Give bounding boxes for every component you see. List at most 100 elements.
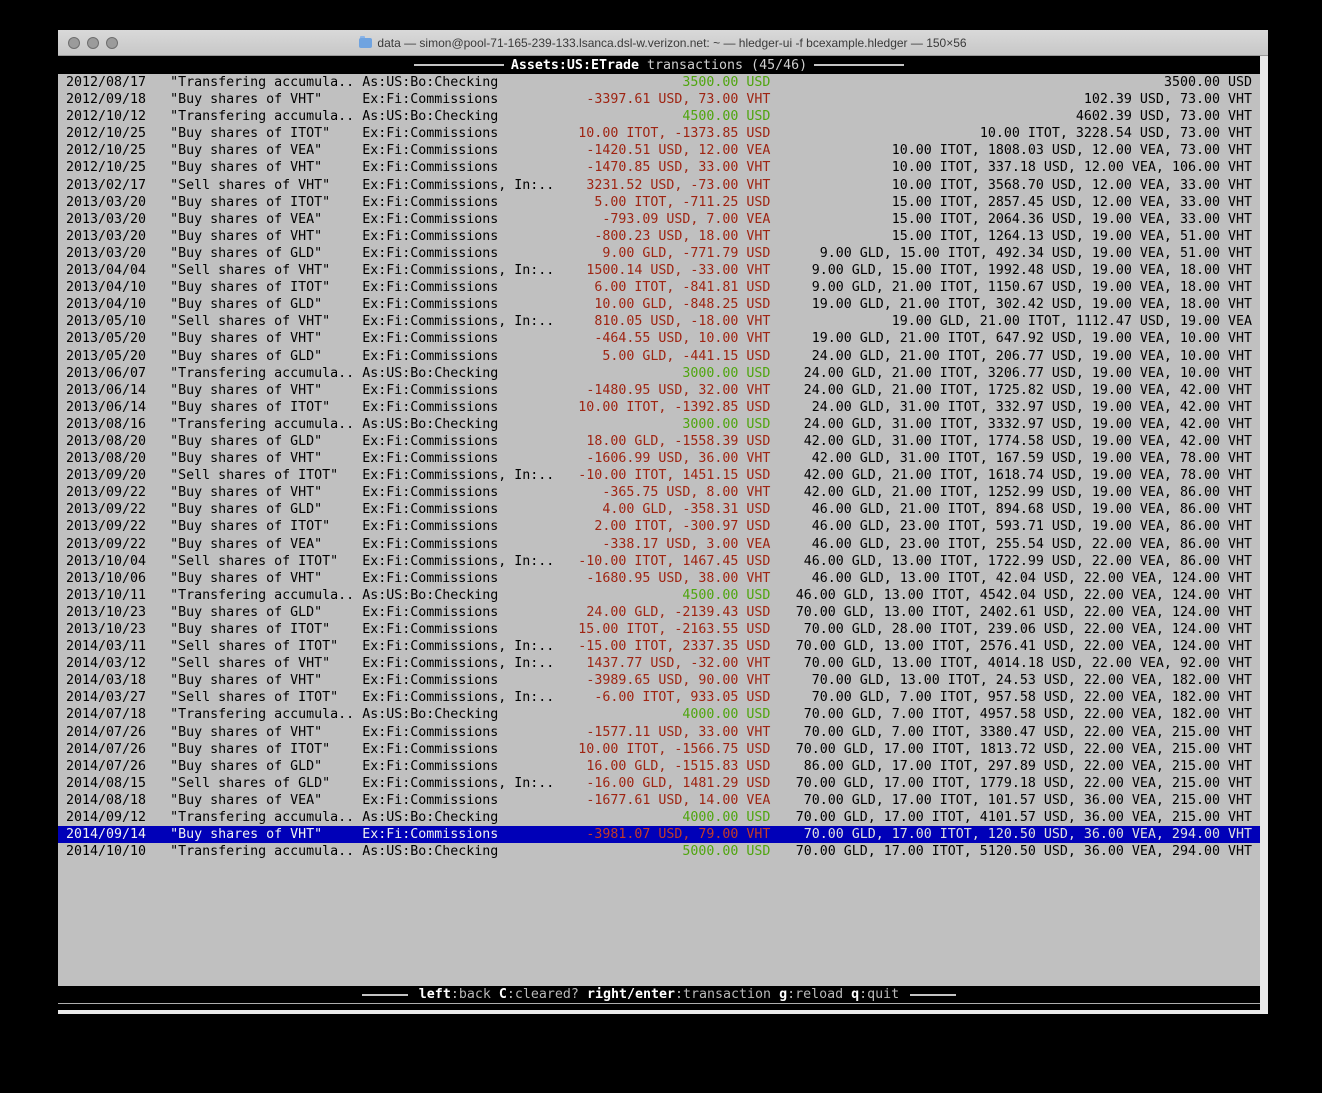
transaction-balance: 70.00 GLD, 13.00 ITOT, 2402.61 USD, 22.0…: [770, 604, 1260, 621]
transaction-row[interactable]: 2012/10/25"Buy shares of ITOT"Ex:Fi:Comm…: [58, 125, 1260, 142]
transaction-description: "Sell shares of ITOT": [170, 689, 362, 706]
transaction-row[interactable]: 2014/03/27"Sell shares of ITOT"Ex:Fi:Com…: [58, 689, 1260, 706]
transaction-change: -338.17 USD, 3.00 VEA: [562, 536, 770, 553]
transaction-account: Ex:Fi:Commissions: [362, 433, 562, 450]
transaction-account: Ex:Fi:Commissions: [362, 741, 562, 758]
transaction-row[interactable]: 2013/02/17"Sell shares of VHT"Ex:Fi:Comm…: [58, 177, 1260, 194]
transaction-row[interactable]: 2013/08/20"Buy shares of VHT"Ex:Fi:Commi…: [58, 450, 1260, 467]
transaction-account: Ex:Fi:Commissions: [362, 245, 562, 262]
transaction-date: 2012/10/25: [58, 142, 170, 159]
transaction-description: "Buy shares of VHT": [170, 672, 362, 689]
transaction-description: "Buy shares of VHT": [170, 382, 362, 399]
transaction-row[interactable]: 2013/04/04"Sell shares of VHT"Ex:Fi:Comm…: [58, 262, 1260, 279]
transaction-description: "Buy shares of GLD": [170, 348, 362, 365]
transaction-row[interactable]: 2013/06/07"Transfering accumula..As:US:B…: [58, 365, 1260, 382]
transaction-row[interactable]: 2013/06/14"Buy shares of VHT"Ex:Fi:Commi…: [58, 382, 1260, 399]
transaction-change: -3397.61 USD, 73.00 VHT: [562, 91, 770, 108]
transaction-description: "Buy shares of VEA": [170, 792, 362, 809]
close-button[interactable]: [68, 37, 80, 49]
transaction-balance: 70.00 GLD, 7.00 ITOT, 4957.58 USD, 22.00…: [770, 706, 1260, 723]
transaction-row[interactable]: 2013/08/20"Buy shares of GLD"Ex:Fi:Commi…: [58, 433, 1260, 450]
transaction-row[interactable]: 2014/08/18"Buy shares of VEA"Ex:Fi:Commi…: [58, 792, 1260, 809]
transaction-account: Ex:Fi:Commissions: [362, 382, 562, 399]
transaction-description: "Sell shares of VHT": [170, 655, 362, 672]
transaction-date: 2013/05/10: [58, 313, 170, 330]
transaction-row[interactable]: 2013/09/20"Sell shares of ITOT"Ex:Fi:Com…: [58, 467, 1260, 484]
transaction-date: 2013/09/22: [58, 518, 170, 535]
transaction-balance: 19.00 GLD, 21.00 ITOT, 1112.47 USD, 19.0…: [770, 313, 1260, 330]
transaction-row[interactable]: 2014/03/12"Sell shares of VHT"Ex:Fi:Comm…: [58, 655, 1260, 672]
transaction-balance: 24.00 GLD, 21.00 ITOT, 1725.82 USD, 19.0…: [770, 382, 1260, 399]
transaction-row[interactable]: 2013/10/04"Sell shares of ITOT"Ex:Fi:Com…: [58, 553, 1260, 570]
transaction-account: As:US:Bo:Checking: [362, 416, 562, 433]
transaction-row[interactable]: 2013/05/20"Buy shares of GLD"Ex:Fi:Commi…: [58, 348, 1260, 365]
transaction-change: -793.09 USD, 7.00 VEA: [562, 211, 770, 228]
transaction-date: 2014/03/12: [58, 655, 170, 672]
transaction-balance: 24.00 GLD, 21.00 ITOT, 206.77 USD, 19.00…: [770, 348, 1260, 365]
transaction-row[interactable]: 2014/08/15"Sell shares of GLD"Ex:Fi:Comm…: [58, 775, 1260, 792]
transaction-row[interactable]: 2014/07/18"Transfering accumula..As:US:B…: [58, 706, 1260, 723]
transaction-row[interactable]: 2013/03/20"Buy shares of GLD"Ex:Fi:Commi…: [58, 245, 1260, 262]
scrollbar[interactable]: [1260, 56, 1268, 1010]
transaction-row[interactable]: 2013/09/22"Buy shares of GLD"Ex:Fi:Commi…: [58, 501, 1260, 518]
transaction-row[interactable]: 2013/03/20"Buy shares of VHT"Ex:Fi:Commi…: [58, 228, 1260, 245]
window-title-group: data — simon@pool-71-165-239-133.lsanca.…: [359, 36, 966, 50]
transaction-date: 2013/08/20: [58, 450, 170, 467]
transaction-row[interactable]: 2013/10/23"Buy shares of ITOT"Ex:Fi:Comm…: [58, 621, 1260, 638]
zoom-button[interactable]: [106, 37, 118, 49]
transaction-date: 2014/03/11: [58, 638, 170, 655]
transaction-row[interactable]: 2014/09/14"Buy shares of VHT"Ex:Fi:Commi…: [58, 826, 1260, 843]
transaction-balance: 70.00 GLD, 7.00 ITOT, 3380.47 USD, 22.00…: [770, 724, 1260, 741]
transaction-row[interactable]: 2014/03/11"Sell shares of ITOT"Ex:Fi:Com…: [58, 638, 1260, 655]
transaction-description: "Transfering accumula..: [170, 416, 362, 433]
transaction-date: 2014/07/26: [58, 741, 170, 758]
transaction-account: Ex:Fi:Commissions, In:..: [362, 655, 562, 672]
transaction-row[interactable]: 2014/07/26"Buy shares of VHT"Ex:Fi:Commi…: [58, 724, 1260, 741]
transaction-description: "Buy shares of VHT": [170, 159, 362, 176]
transaction-row[interactable]: 2013/05/10"Sell shares of VHT"Ex:Fi:Comm…: [58, 313, 1260, 330]
transaction-row[interactable]: 2014/10/10"Transfering accumula..As:US:B…: [58, 843, 1260, 860]
transaction-date: 2013/10/23: [58, 621, 170, 638]
transaction-row[interactable]: 2014/03/18"Buy shares of VHT"Ex:Fi:Commi…: [58, 672, 1260, 689]
transaction-row[interactable]: 2013/08/16"Transfering accumula..As:US:B…: [58, 416, 1260, 433]
transaction-row[interactable]: 2013/06/14"Buy shares of ITOT"Ex:Fi:Comm…: [58, 399, 1260, 416]
transaction-row[interactable]: 2012/10/25"Buy shares of VHT"Ex:Fi:Commi…: [58, 159, 1260, 176]
transaction-row[interactable]: 2014/07/26"Buy shares of GLD"Ex:Fi:Commi…: [58, 758, 1260, 775]
transaction-row[interactable]: 2013/09/22"Buy shares of ITOT"Ex:Fi:Comm…: [58, 518, 1260, 535]
transaction-balance: 70.00 GLD, 17.00 ITOT, 1779.18 USD, 22.0…: [770, 775, 1260, 792]
transaction-row[interactable]: 2013/10/11"Transfering accumula..As:US:B…: [58, 587, 1260, 604]
transaction-row[interactable]: 2014/09/12"Transfering accumula..As:US:B…: [58, 809, 1260, 826]
transaction-change: 6.00 ITOT, -841.81 USD: [562, 279, 770, 296]
transaction-date: 2013/10/06: [58, 570, 170, 587]
transaction-change: -1420.51 USD, 12.00 VEA: [562, 142, 770, 159]
transaction-row[interactable]: 2013/09/22"Buy shares of VEA"Ex:Fi:Commi…: [58, 536, 1260, 553]
transaction-row[interactable]: 2012/10/12"Transfering accumula..As:US:B…: [58, 108, 1260, 125]
minimize-button[interactable]: [87, 37, 99, 49]
transaction-date: 2013/05/20: [58, 348, 170, 365]
transaction-row[interactable]: 2013/09/22"Buy shares of VHT"Ex:Fi:Commi…: [58, 484, 1260, 501]
transaction-row[interactable]: 2012/08/17"Transfering accumula..As:US:B…: [58, 74, 1260, 91]
transaction-description: "Buy shares of VHT": [170, 330, 362, 347]
transaction-date: 2013/10/04: [58, 553, 170, 570]
transaction-row[interactable]: 2012/10/25"Buy shares of VEA"Ex:Fi:Commi…: [58, 142, 1260, 159]
window-titlebar[interactable]: data — simon@pool-71-165-239-133.lsanca.…: [58, 30, 1268, 56]
transaction-balance: 70.00 GLD, 13.00 ITOT, 4014.18 USD, 22.0…: [770, 655, 1260, 672]
transaction-row[interactable]: 2013/10/23"Buy shares of GLD"Ex:Fi:Commi…: [58, 604, 1260, 621]
transaction-change: -1577.11 USD, 33.00 VHT: [562, 724, 770, 741]
transaction-row[interactable]: 2014/07/26"Buy shares of ITOT"Ex:Fi:Comm…: [58, 741, 1260, 758]
transaction-description: "Buy shares of ITOT": [170, 518, 362, 535]
transaction-description: "Sell shares of ITOT": [170, 638, 362, 655]
transaction-row[interactable]: 2013/05/20"Buy shares of VHT"Ex:Fi:Commi…: [58, 330, 1260, 347]
transaction-row[interactable]: 2013/04/10"Buy shares of GLD"Ex:Fi:Commi…: [58, 296, 1260, 313]
transaction-description: "Sell shares of VHT": [170, 177, 362, 194]
transaction-description: "Buy shares of GLD": [170, 758, 362, 775]
transaction-date: 2013/09/22: [58, 484, 170, 501]
transaction-row[interactable]: 2013/04/10"Buy shares of ITOT"Ex:Fi:Comm…: [58, 279, 1260, 296]
transaction-row[interactable]: 2013/03/20"Buy shares of ITOT"Ex:Fi:Comm…: [58, 194, 1260, 211]
transaction-row[interactable]: 2012/09/18"Buy shares of VHT"Ex:Fi:Commi…: [58, 91, 1260, 108]
transaction-row[interactable]: 2013/10/06"Buy shares of VHT"Ex:Fi:Commi…: [58, 570, 1260, 587]
footer-rule-right: [910, 994, 956, 996]
footer-rule-left: [362, 994, 408, 996]
transaction-row[interactable]: 2013/03/20"Buy shares of VEA"Ex:Fi:Commi…: [58, 211, 1260, 228]
transaction-date: 2013/05/20: [58, 330, 170, 347]
